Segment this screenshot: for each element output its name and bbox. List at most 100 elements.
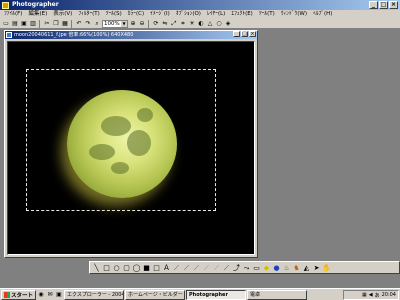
cut-icon[interactable]: ✂ [43,20,51,28]
color-ball-icon[interactable]: ● [272,263,281,273]
main-toolbar: ▭ ▤ ▣ ▥ ✂ ❐ ▦ ↶ ↷ ⌕ 100% ▼ ⊕ ⊖ ⟳ ⇋ ⤢ ⌗ ☀… [0,19,400,29]
app-title: Photographer [12,1,59,8]
volume-icon[interactable]: ◀ [369,292,373,298]
task-calculator[interactable]: 電卓 [247,289,308,300]
black-swatch-icon[interactable]: ■ [142,263,151,273]
clone-tool-icon[interactable]: ⤳ [242,263,251,273]
text-tool-icon[interactable]: Ａ [162,263,171,273]
save-icon[interactable]: ▣ [20,20,28,28]
open-folder-icon[interactable]: ▤ [11,20,19,28]
doc-minimize-button[interactable]: _ [233,31,240,37]
airbrush-tool-icon[interactable]: ⟋ [222,263,231,273]
toolbar-separator [39,19,42,28]
quicklaunch-browser-icon[interactable]: ◉ [37,291,45,299]
task-homepage-builder[interactable]: ホームページ・ビルダー - [t [125,289,186,300]
menu-options[interactable]: ｵﾌﾟｼｮﾝ(O) [176,10,201,19]
menu-tool2[interactable]: ﾂｰﾙ(T) [259,10,275,19]
system-tray: ▦ ◀ あ 20:04 [343,290,399,300]
brush-tool-icon[interactable]: ⟋ [192,263,201,273]
print-icon[interactable]: ▥ [29,20,37,28]
white-swatch-icon[interactable]: □ [152,263,161,273]
taskbar: スタート ◉ ✉ ▣ エクスプローラー - 200406 ホームページ・ビルダー… [0,288,400,300]
zoom-in-icon[interactable]: ⊕ [129,20,137,28]
doc-close-button[interactable]: × [249,31,256,37]
start-button[interactable]: スタート [1,289,37,300]
undo-icon[interactable]: ↶ [75,20,83,28]
new-file-icon[interactable]: ▭ [2,20,10,28]
ellipse-tool-icon[interactable]: ○ [112,263,121,273]
menu-layer[interactable]: ﾚｲﾔｰ(L) [207,10,225,19]
maximize-button[interactable]: □ [379,1,388,9]
menu-color[interactable]: ｶﾗｰ(C) [128,10,144,19]
menu-tools[interactable]: ﾂｰﾙ(S) [106,10,122,19]
blur-icon[interactable]: ○ [215,20,223,28]
zoom-out-icon[interactable]: ⊖ [138,20,146,28]
minimize-button[interactable]: _ [369,1,378,9]
doc-maximize-button[interactable]: □ [241,31,248,37]
toolbar-separator [148,19,151,28]
close-button[interactable]: × [389,1,398,9]
document-titlebar[interactable]: moon20040611_f.jpe 倍率:66%(100%) 640X480 … [5,31,257,39]
windows-logo-icon [4,291,10,298]
pointer-tool-icon[interactable]: ➤ [312,263,321,273]
menu-window[interactable]: ｳｨﾝﾄﾞｳ(W) [281,10,307,19]
menu-image[interactable]: ｲﾒｰｼﾞ(I) [150,10,170,19]
zoom-value: 100% [104,20,120,27]
quicklaunch-desktop-icon[interactable]: ▣ [55,291,63,299]
rectangle-tool-icon[interactable]: □ [102,263,111,273]
resize-icon[interactable]: ⤢ [170,20,178,28]
contrast-icon[interactable]: ◐ [197,20,205,28]
gradient-tool-icon[interactable]: ◭ [302,263,311,273]
fill-tool-icon[interactable]: ◆ [262,263,271,273]
smudge-tool-icon[interactable]: ⤴ [232,263,241,273]
menu-help[interactable]: ﾍﾙﾌﾟ(H) [313,10,332,19]
palette-icon[interactable]: ◈ [224,20,232,28]
moon-photo [67,90,177,198]
pencil-tool-icon[interactable]: ⟋ [202,263,211,273]
menu-view[interactable]: 表示(V) [53,10,72,19]
redo-icon[interactable]: ↷ [84,20,92,28]
menu-file[interactable]: ﾌｧｲﾙ(F) [4,10,22,19]
eyedropper-icon[interactable]: ⟋ [172,263,181,273]
menu-edit[interactable]: 編集(E) [28,10,47,19]
moon-crater [127,130,151,156]
hand-tool-icon[interactable]: ✋ [322,263,331,273]
toolbar-separator [71,19,74,28]
sharpen-icon[interactable]: △ [206,20,214,28]
moon-crater [111,162,129,174]
zoom-select[interactable]: 100% ▼ [102,19,128,28]
menu-filter[interactable]: ﾌｨﾙﾀｰ(T) [78,10,99,19]
rotate-icon[interactable]: ⟳ [152,20,160,28]
moon-crater [89,144,115,160]
brightness-icon[interactable]: ☀ [188,20,196,28]
paste-icon[interactable]: ▦ [61,20,69,28]
line-tool-icon[interactable]: ╲ [92,263,101,273]
workspace: moon20040611_f.jpe 倍率:66%(100%) 640X480 … [0,30,400,259]
flip-icon[interactable]: ⇋ [161,20,169,28]
copy-icon[interactable]: ❐ [52,20,60,28]
crop-icon[interactable]: ⌗ [179,20,187,28]
clock[interactable]: 20:04 [382,292,396,298]
chevron-down-icon[interactable]: ▼ [121,20,127,27]
eraser-tool-icon[interactable]: ▭ [252,263,261,273]
document-window[interactable]: moon20040611_f.jpe 倍率:66%(100%) 640X480 … [4,30,258,258]
app-titlebar[interactable]: Photographer _ □ × [0,0,400,10]
filled-rect-tool-icon[interactable]: ▢ [122,263,131,273]
network-icon[interactable]: ▦ [362,292,367,298]
marker-tool-icon[interactable]: ⟋ [212,263,221,273]
quicklaunch-mail-icon[interactable]: ✉ [46,291,54,299]
document-icon [6,32,12,38]
menu-bar: ﾌｧｲﾙ(F) 編集(E) 表示(V) ﾌｨﾙﾀｰ(T) ﾂｰﾙ(S) ｶﾗｰ(… [0,10,400,19]
stamp-tool-icon[interactable]: ♞ [292,263,301,273]
image-canvas[interactable] [7,41,255,255]
zoom-icon[interactable]: ⌕ [93,20,101,28]
task-photographer[interactable]: Photographer [186,289,247,300]
window-controls: _ □ × [369,1,398,9]
filled-ellipse-tool-icon[interactable]: ◯ [132,263,141,273]
task-explorer[interactable]: エクスプローラー - 200406 [64,289,125,300]
ime-icon[interactable]: あ [375,292,380,299]
menu-effect[interactable]: ｴﾌｪｸﾄ(E) [231,10,253,19]
pen-tool-icon[interactable]: ⟋ [182,263,191,273]
document-controls: _ □ × [233,31,256,37]
paint-bucket-icon[interactable]: ♨ [282,263,291,273]
